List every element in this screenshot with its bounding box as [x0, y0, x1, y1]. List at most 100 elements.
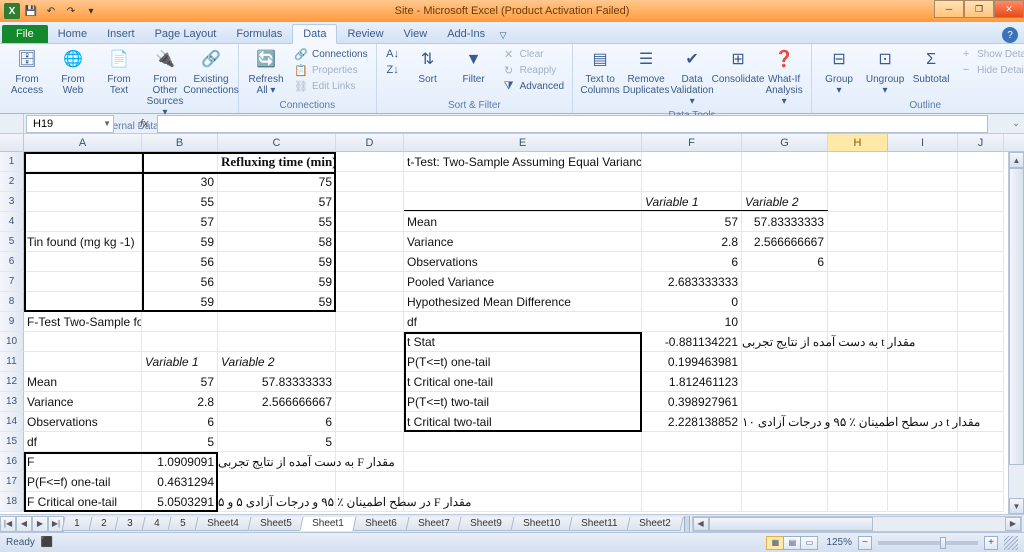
row-header[interactable]: 4: [0, 212, 24, 232]
cell-I13[interactable]: [888, 392, 958, 412]
cell-J15[interactable]: [958, 432, 1004, 452]
cell-G3[interactable]: Variable 2: [742, 192, 828, 212]
cell-D14[interactable]: [336, 412, 404, 432]
cell-J11[interactable]: [958, 352, 1004, 372]
properties-button[interactable]: 📋Properties: [291, 62, 370, 78]
cell-I1[interactable]: [888, 152, 958, 172]
from-access-button[interactable]: 🗄From Access: [6, 46, 48, 98]
cell-B10[interactable]: [142, 332, 218, 352]
tab-page-layout[interactable]: Page Layout: [145, 25, 227, 43]
tab-data[interactable]: Data: [292, 24, 337, 44]
remove-duplicates-button[interactable]: ☰Remove Duplicates: [625, 46, 667, 98]
cell-H6[interactable]: [828, 252, 888, 272]
cell-G4[interactable]: 57.83333333: [742, 212, 828, 232]
consolidate-button[interactable]: ⊞Consolidate: [717, 46, 759, 87]
cell-G17[interactable]: [742, 472, 828, 492]
text-to-columns-button[interactable]: ▤Text to Columns: [579, 46, 621, 98]
cell-I5[interactable]: [888, 232, 958, 252]
from-text-button[interactable]: 📄From Text: [98, 46, 140, 98]
tab-view[interactable]: View: [394, 25, 438, 43]
cell-F7[interactable]: 2.683333333: [642, 272, 742, 292]
cell-G18[interactable]: [742, 492, 828, 512]
cell-C12[interactable]: 57.83333333: [218, 372, 336, 392]
cell-D16[interactable]: [336, 452, 404, 472]
cell-J4[interactable]: [958, 212, 1004, 232]
cell-B2[interactable]: 30: [142, 172, 218, 192]
cell-E16[interactable]: [404, 452, 642, 472]
cell-E15[interactable]: [404, 432, 642, 452]
cell-G10[interactable]: [742, 332, 828, 352]
cell-A5[interactable]: Tin found (mg kg -1): [24, 232, 142, 252]
cell-A9[interactable]: F-Test Two-Sample for Variances: [24, 312, 142, 332]
cell-G14[interactable]: [742, 412, 828, 432]
cell-D17[interactable]: [336, 472, 404, 492]
cell-J6[interactable]: [958, 252, 1004, 272]
tab-scroll-split[interactable]: [684, 516, 690, 532]
help-icon[interactable]: ?: [1002, 27, 1018, 43]
qat-dropdown-icon[interactable]: ▾: [82, 2, 100, 20]
col-G[interactable]: G: [742, 134, 828, 151]
sheet-tab-Sheet11[interactable]: Sheet11: [569, 517, 630, 531]
cell-A4[interactable]: [24, 212, 142, 232]
ribbon-collapse-icon[interactable]: ▽: [495, 27, 511, 43]
sort-desc-button[interactable]: Z↓: [383, 62, 403, 78]
cell-C2[interactable]: 75: [218, 172, 336, 192]
cell-B1[interactable]: [142, 152, 218, 172]
cell-D6[interactable]: [336, 252, 404, 272]
cell-A7[interactable]: [24, 272, 142, 292]
row-header[interactable]: 3: [0, 192, 24, 212]
cell-H15[interactable]: [828, 432, 888, 452]
cell-J3[interactable]: [958, 192, 1004, 212]
row-header[interactable]: 16: [0, 452, 24, 472]
subtotal-button[interactable]: ΣSubtotal: [910, 46, 952, 87]
sheet-tab-1[interactable]: 1: [62, 517, 93, 531]
cell-J7[interactable]: [958, 272, 1004, 292]
col-H[interactable]: H: [828, 134, 888, 151]
row-header[interactable]: 2: [0, 172, 24, 192]
minimize-button[interactable]: ─: [934, 0, 964, 18]
cell-B7[interactable]: 56: [142, 272, 218, 292]
cell-F1[interactable]: [642, 152, 742, 172]
restore-button[interactable]: ❐: [964, 0, 994, 18]
col-C[interactable]: C: [218, 134, 336, 151]
cell-B4[interactable]: 57: [142, 212, 218, 232]
hide-detail-button[interactable]: −Hide Detail: [956, 62, 1024, 78]
cell-B15[interactable]: 5: [142, 432, 218, 452]
cell-F2[interactable]: [642, 172, 742, 192]
col-B[interactable]: B: [142, 134, 218, 151]
sheet-tab-Sheet4[interactable]: Sheet4: [194, 517, 251, 531]
cell-C15[interactable]: 5: [218, 432, 336, 452]
cell-J9[interactable]: [958, 312, 1004, 332]
edit-links-button[interactable]: ⛓Edit Links: [291, 78, 370, 94]
cell-C4[interactable]: 55: [218, 212, 336, 232]
row-header[interactable]: 1: [0, 152, 24, 172]
cell-J16[interactable]: [958, 452, 1004, 472]
sort-button[interactable]: ⇅Sort: [407, 46, 449, 87]
cell-H3[interactable]: [828, 192, 888, 212]
cell-J18[interactable]: [958, 492, 1004, 512]
cell-I2[interactable]: [888, 172, 958, 192]
cell-A16[interactable]: F: [24, 452, 142, 472]
sheet-tab-Sheet10[interactable]: Sheet10: [511, 517, 573, 531]
cell-D15[interactable]: [336, 432, 404, 452]
cell-J5[interactable]: [958, 232, 1004, 252]
tab-formulas[interactable]: Formulas: [226, 25, 292, 43]
show-detail-button[interactable]: +Show Detail: [956, 46, 1024, 62]
cell-G11[interactable]: [742, 352, 828, 372]
cell-H14[interactable]: [828, 412, 888, 432]
cell-A18[interactable]: F Critical one-tail: [24, 492, 142, 512]
name-box[interactable]: H19▼: [26, 115, 114, 133]
cell-B12[interactable]: 57: [142, 372, 218, 392]
cell-I16[interactable]: [888, 452, 958, 472]
tab-first-icon[interactable]: |◀: [0, 516, 16, 532]
formula-bar[interactable]: [157, 115, 988, 133]
cell-H11[interactable]: [828, 352, 888, 372]
tab-file[interactable]: File: [2, 25, 48, 43]
from-web-button[interactable]: 🌐From Web: [52, 46, 94, 98]
tab-next-icon[interactable]: ▶: [32, 516, 48, 532]
cell-J13[interactable]: [958, 392, 1004, 412]
clear-filter-button[interactable]: ✕Clear: [499, 46, 566, 62]
cell-D4[interactable]: [336, 212, 404, 232]
cell-E1[interactable]: t-Test: Two-Sample Assuming Equal Varian…: [404, 152, 642, 172]
sheet-tab-Sheet5[interactable]: Sheet5: [247, 517, 304, 531]
